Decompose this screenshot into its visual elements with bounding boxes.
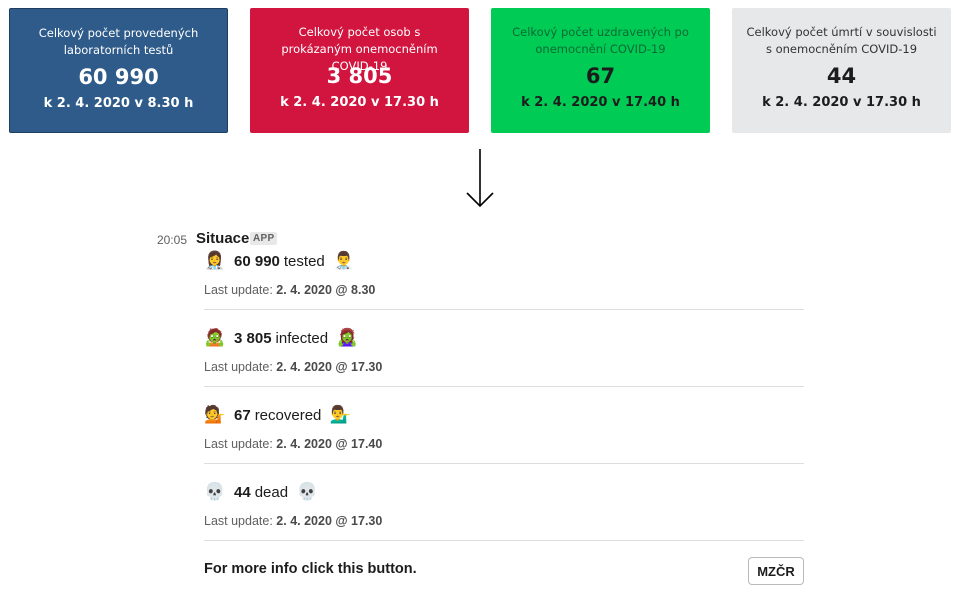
last-update: Last update: 2. 4. 2020 @ 17.30 (204, 514, 382, 528)
stat-line: 🧟 3 805 infected 🧟‍♀️ (204, 326, 358, 350)
tests-card-date: k 2. 4. 2020 v 8.30 h (43, 96, 194, 111)
last-update-value: 2. 4. 2020 @ 8.30 (276, 283, 376, 297)
zombie-icon: 🧟 (204, 328, 226, 347)
stat-line: 👩‍⚕️ 60 990 tested 👨‍⚕️ (204, 249, 355, 273)
tests-card-title: Celkový počet provedených laboratorních … (38, 26, 199, 57)
last-update: Last update: 2. 4. 2020 @ 8.30 (204, 283, 375, 297)
infected-card-value: 3 805 (326, 64, 393, 88)
stat-value: 67 (234, 406, 251, 424)
infected-card: Celkový počet osob s prokázaným onemocně… (250, 8, 469, 133)
stat-line: 💁 67 recovered 💁‍♂️ (204, 403, 351, 427)
last-update-label: Last update: (204, 437, 273, 451)
deaths-card-date: k 2. 4. 2020 v 17.30 h (762, 95, 921, 110)
last-update-label: Last update: (204, 283, 273, 297)
last-update-label: Last update: (204, 360, 273, 374)
tipping-hand-man-icon: 💁‍♂️ (329, 405, 351, 424)
more-info-text: For more info click this button. (204, 561, 417, 577)
woman-zombie-icon: 🧟‍♀️ (336, 328, 358, 347)
divider (204, 463, 804, 464)
deaths-card-value: 44 (826, 64, 857, 88)
stat-label: dead (254, 483, 289, 501)
recovered-card-date: k 2. 4. 2020 v 17.40 h (521, 95, 680, 110)
divider (204, 309, 804, 310)
stat-value: 44 (234, 483, 251, 501)
app-badge: APP (250, 232, 278, 245)
health-worker-woman-icon: 👩‍⚕️ (204, 251, 226, 270)
skull-icon: 💀 (204, 482, 226, 501)
tests-card: Celkový počet provedených laboratorních … (9, 8, 228, 133)
stat-value: 60 990 (234, 252, 280, 270)
stat-label: tested (283, 252, 325, 270)
infected-card-title: Celkový počet osob s prokázaným onemocně… (281, 25, 438, 73)
recovered-card-value: 67 (585, 64, 616, 88)
stat-line: 💀 44 dead 💀 (204, 480, 318, 504)
sender-name[interactable]: Situace (196, 230, 249, 247)
arrow-down-icon (466, 149, 494, 208)
tests-card-value: 60 990 (78, 65, 159, 89)
stat-label: infected (275, 329, 329, 347)
stat-label: recovered (254, 406, 322, 424)
infected-card-date: k 2. 4. 2020 v 17.30 h (280, 95, 439, 110)
last-update: Last update: 2. 4. 2020 @ 17.40 (204, 437, 382, 451)
tipping-hand-woman-icon: 💁 (204, 405, 226, 424)
recovered-card: Celkový počet uzdravených po onemocnění … (491, 8, 710, 133)
last-update: Last update: 2. 4. 2020 @ 17.30 (204, 360, 382, 374)
divider (204, 540, 804, 541)
stats-cards: Celkový počet provedených laboratorních … (0, 0, 960, 140)
mzcr-button[interactable]: MZČR (748, 557, 804, 585)
recovered-card-title: Celkový počet uzdravených po onemocnění … (512, 25, 689, 56)
skull-icon: 💀 (296, 482, 318, 501)
last-update-label: Last update: (204, 514, 273, 528)
deaths-card: Celkový počet úmrtí v souvislosti s onem… (732, 8, 951, 133)
stat-value: 3 805 (234, 329, 272, 347)
health-worker-man-icon: 👨‍⚕️ (333, 251, 355, 270)
last-update-value: 2. 4. 2020 @ 17.30 (276, 360, 383, 374)
message-timestamp[interactable]: 20:05 (157, 233, 187, 247)
last-update-value: 2. 4. 2020 @ 17.40 (276, 437, 383, 451)
last-update-value: 2. 4. 2020 @ 17.30 (276, 514, 383, 528)
divider (204, 386, 804, 387)
deaths-card-title: Celkový počet úmrtí v souvislosti s onem… (746, 25, 937, 56)
